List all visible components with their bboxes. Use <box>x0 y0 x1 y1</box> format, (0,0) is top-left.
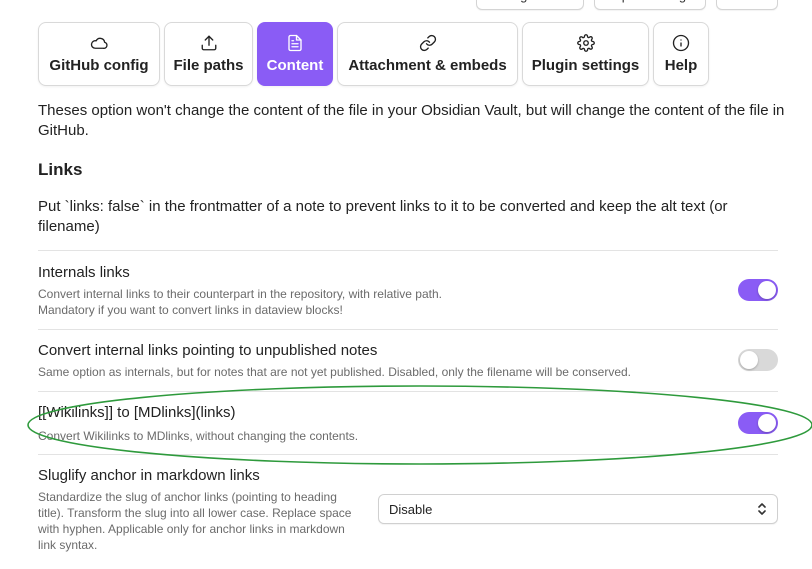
setting-desc-internals-links: Convert internal links to their counterp… <box>38 286 442 318</box>
cloud-icon <box>90 37 108 49</box>
section-heading-links: Links <box>38 160 83 179</box>
divider <box>38 329 778 330</box>
tab-github-config[interactable]: GitHub config <box>38 22 160 86</box>
toggle-knob <box>740 351 758 369</box>
sluglify-anchor-select[interactable]: Disable <box>378 494 778 524</box>
tab-file-paths[interactable]: File paths <box>164 22 253 86</box>
setting-title-internals-links: Internals links <box>38 264 130 281</box>
import-settings-button[interactable]: Import settings <box>594 0 706 10</box>
setting-desc-wikilinks: Convert Wikilinks to MDlinks, without ch… <box>38 428 358 444</box>
tab-label: GitHub config <box>49 57 149 74</box>
internals-links-toggle[interactable] <box>738 279 778 301</box>
setting-desc-unpublished-links: Same option as internals, but for notes … <box>38 364 631 380</box>
desc-line: Convert internal links to their counterp… <box>38 287 442 301</box>
info-icon <box>672 34 690 52</box>
setting-desc-sluglify-anchor: Standardize the slug of anchor links (po… <box>38 489 368 553</box>
tab-label: Attachment & embeds <box>348 57 507 74</box>
tab-label: File paths <box>173 57 244 74</box>
tab-content[interactable]: Content <box>257 22 333 86</box>
unpublished-links-toggle[interactable] <box>738 349 778 371</box>
desc-line: Same option as internals, but for notes … <box>38 365 632 379</box>
desc-line: Standardize the slug of anchor links (po… <box>38 490 337 504</box>
setting-title-sluglify-anchor: Sluglify anchor in markdown links <box>38 467 260 484</box>
gear-icon <box>576 34 595 52</box>
presets-button[interactable]: Presets <box>716 0 778 10</box>
tab-attachment-embeds[interactable]: Attachment & embeds <box>337 22 518 86</box>
intro-text: Theses option won't change the content o… <box>38 102 785 139</box>
desc-line: title). Transform the slug into all lowe… <box>38 506 352 520</box>
divider <box>38 454 778 455</box>
upload-icon <box>201 35 216 51</box>
desc-line: with hyphen. Applicable only for anchor … <box>38 522 345 536</box>
desc-line: Mandatory if you want to convert links i… <box>38 303 343 317</box>
divider <box>38 250 778 251</box>
link-icon <box>419 34 436 52</box>
divider <box>38 391 778 392</box>
setting-title-wikilinks: [[Wikilinks]] to [MDlinks](links) <box>38 404 236 421</box>
tab-label: Help <box>664 57 698 74</box>
desc-line: Convert Wikilinks to MDlinks, without ch… <box>38 429 359 443</box>
tab-label: Plugin settings <box>531 57 640 74</box>
select-value: Disable <box>389 501 433 517</box>
chevron-updown-icon <box>758 503 766 515</box>
tab-help[interactable]: Help <box>653 22 709 86</box>
wikilinks-toggle[interactable] <box>738 412 778 434</box>
toggle-knob <box>758 414 776 432</box>
file-text-icon <box>288 34 302 52</box>
export-settings-button[interactable]: Export settings <box>476 0 584 10</box>
links-description: Put `links: false` in the frontmatter of… <box>38 198 728 235</box>
tab-plugin-settings[interactable]: Plugin settings <box>522 22 649 86</box>
setting-title-unpublished-links: Convert internal links pointing to unpub… <box>38 342 378 359</box>
desc-line: link syntax. <box>38 538 98 552</box>
toggle-knob <box>758 281 776 299</box>
tab-label: Content <box>266 57 324 74</box>
